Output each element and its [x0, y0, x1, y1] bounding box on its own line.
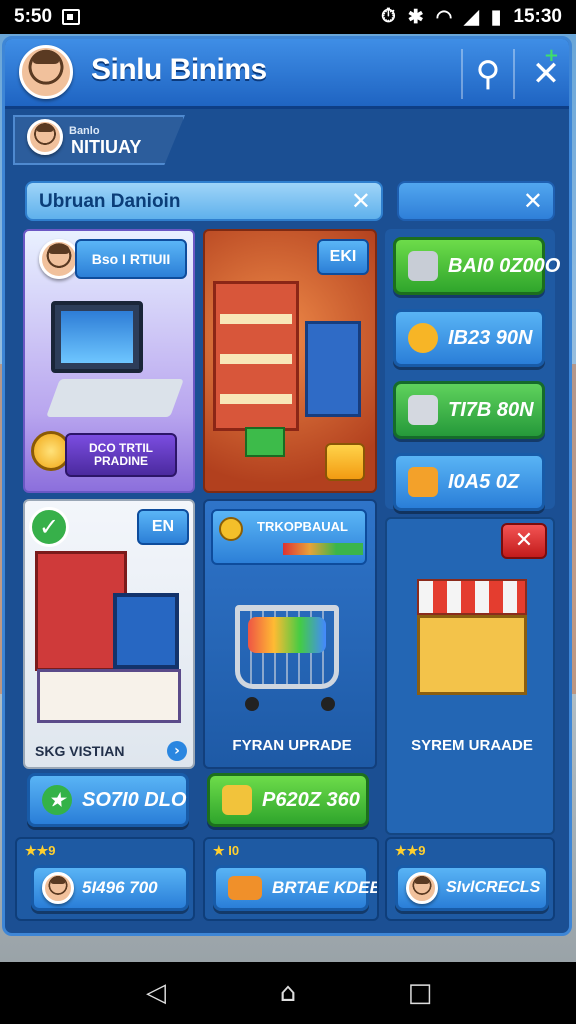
slot-2-label: BRTAE KDEB — [272, 878, 379, 897]
cash-stack-icon — [245, 427, 285, 457]
resource-pill-3[interactable]: TI7B 80N — [393, 381, 545, 439]
coin-stack-icon — [408, 323, 438, 353]
user-avatar[interactable] — [27, 119, 63, 155]
star-icon: ★ — [42, 785, 72, 815]
home-icon[interactable]: ⌂ — [273, 978, 303, 1008]
action-button-1-label: SO7I0 DLO — [82, 788, 187, 811]
display-card[interactable]: ✓ EN SKG VISTIAN › — [23, 499, 195, 769]
slot-2-stars: ★ I0 — [213, 843, 240, 858]
cart-card[interactable]: TRKOPBAUAL FYRAN UPRADE — [203, 499, 377, 769]
resource-value-4: I0A5 0Z — [448, 470, 520, 493]
slot-3-label: SIvlCRECLS — [446, 879, 541, 896]
shopping-cart-illustration — [235, 605, 339, 689]
resource-pill-2[interactable]: IB23 90N — [393, 309, 545, 367]
shop-card[interactable]: EKI — [203, 229, 377, 493]
clear-search-icon[interactable]: ✕ — [351, 187, 371, 215]
cart-wheel-right — [321, 697, 335, 711]
slot-1-label: 5I496 700 — [82, 878, 158, 897]
signal-icon: ◢ — [464, 6, 479, 28]
vibrate-icon: ✱ — [407, 6, 424, 28]
game-panel: Sinlu Binims ⚲ ✕ + Banlo NITIUAY Ubruan … — [2, 36, 572, 936]
resource-pill-4[interactable]: I0A5 0Z — [393, 453, 545, 511]
bottom-slot-3[interactable]: ★★9 SIvlCRECLS — [385, 837, 555, 921]
vending-machine-illustration — [305, 321, 361, 417]
computer-card-badge: Bso I RTIUII — [75, 239, 187, 279]
status-time-right: 15:30 — [513, 6, 562, 27]
slot-2-button[interactable]: BRTAE KDEB — [213, 865, 377, 911]
shop-card-badge: EKI — [317, 239, 369, 275]
computer-card[interactable]: Bso I RTIUII DCO TRTIL PRADINE — [23, 229, 195, 493]
action-button-2[interactable]: P620Z 360 — [207, 773, 369, 827]
slot-3-avatar — [406, 872, 438, 904]
bottom-slot-1[interactable]: ★★9 5I496 700 — [15, 837, 195, 921]
stall-card-footer: SYREM URAADE — [411, 737, 533, 754]
plus-icon: + — [543, 45, 559, 66]
s-coin-button[interactable] — [325, 443, 365, 481]
counter-illustration — [37, 669, 181, 723]
resource-value-3: TI7B 80N — [448, 398, 534, 421]
screen-illustration — [113, 593, 179, 669]
slot-3-stars: ★★9 — [395, 843, 426, 858]
upgrade-progress-bar — [283, 543, 363, 555]
resource-pill-1[interactable]: BAI0 0Z00O — [393, 237, 560, 295]
android-nav-bar: ◁ ⌂ □ — [0, 962, 576, 1024]
resource-value-2: IB23 90N — [448, 326, 533, 349]
computer-promo: DCO TRTIL PRADINE — [65, 433, 177, 477]
clear-filter-icon[interactable]: ✕ — [523, 187, 543, 215]
wifi-icon: ◠ — [435, 6, 453, 28]
player-avatar[interactable] — [19, 45, 73, 99]
user-name: NITIUAY — [71, 137, 142, 157]
battery-icon: ▮ — [490, 6, 502, 28]
title-bar: Sinlu Binims ⚲ ✕ + — [5, 39, 569, 109]
key-icon[interactable]: ⚲ — [461, 49, 515, 99]
cart-card-footer: FYRAN UPRADE — [232, 737, 352, 754]
slot-1-button[interactable]: 5I496 700 — [31, 865, 189, 911]
alarm-icon: ⏱ — [380, 6, 396, 27]
remove-button[interactable]: ✕ — [501, 523, 547, 559]
checkmark-icon: ✓ — [29, 507, 69, 547]
keyboard-illustration — [46, 379, 184, 417]
display-card-footer: SKG VISTIAN — [35, 743, 125, 759]
action-button-2-label: P620Z 360 — [262, 788, 360, 811]
search-field[interactable]: Ubruan Danioin ✕ — [25, 181, 383, 221]
slot-1-stars: ★★9 — [25, 843, 56, 858]
card-avatar — [39, 239, 79, 279]
status-time-left: 5:50 — [14, 6, 53, 27]
slot-1-avatar — [42, 872, 74, 904]
resource-value-1: BAI0 0Z00O — [448, 254, 561, 277]
chevron-right-icon[interactable]: › — [167, 741, 187, 761]
bottom-slot-2[interactable]: ★ I0 BRTAE KDEB — [203, 837, 379, 921]
action-button-1[interactable]: ★ SO7I0 DLO — [27, 773, 189, 827]
stall-card[interactable]: ✕ SYREM URAADE — [385, 517, 555, 835]
filter-field[interactable]: ✕ — [397, 181, 555, 221]
cart-wheel-left — [245, 697, 259, 711]
package-icon — [408, 467, 438, 497]
search-value: Ubruan Danioin — [39, 191, 181, 212]
shelf-illustration — [213, 281, 299, 431]
awning-illustration — [417, 579, 527, 615]
cash-icon — [222, 785, 252, 815]
slot-3-button[interactable]: SIvlCRECLS — [395, 865, 549, 911]
gallery-notification-icon — [62, 9, 81, 25]
monitor-illustration — [51, 301, 143, 373]
key-badge-icon — [219, 517, 243, 541]
stall-illustration — [417, 615, 527, 695]
bread-icon — [228, 876, 262, 900]
crate-icon — [408, 251, 438, 281]
box-icon — [408, 395, 438, 425]
game-title: Sinlu Binims — [91, 53, 267, 86]
back-icon[interactable]: ◁ — [141, 978, 171, 1008]
status-bar: 5:50 ⏱ ✱ ◠ ◢ ▮ 15:30 — [0, 0, 576, 34]
display-card-badge: EN — [137, 509, 189, 545]
user-small-label: Banlo — [69, 125, 100, 137]
recent-apps-icon[interactable]: □ — [405, 978, 435, 1008]
